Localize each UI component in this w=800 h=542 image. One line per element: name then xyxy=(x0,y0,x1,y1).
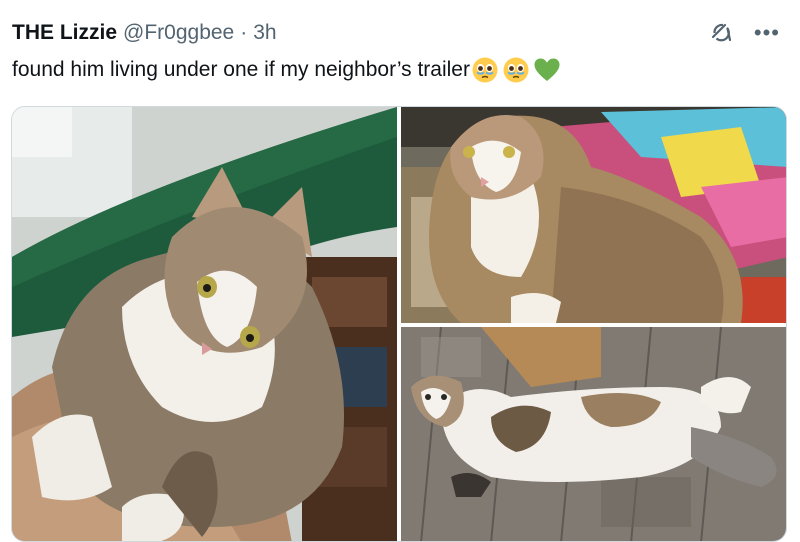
photo-cat-on-couch[interactable] xyxy=(12,107,397,541)
green-heart-icon xyxy=(533,56,561,84)
tweet-body: found him living under one if my neighbo… xyxy=(12,58,470,81)
emoji-row xyxy=(471,56,564,84)
tweet-header: THE Lizzie @Fr0ggbee · 3h ••• xyxy=(12,18,780,48)
tweet-actions: ••• xyxy=(708,18,780,48)
face-holding-back-tears-icon xyxy=(502,56,530,84)
media-grid xyxy=(11,106,787,542)
face-holding-back-tears-icon xyxy=(471,56,499,84)
photo-cat-lying-on-floor[interactable] xyxy=(401,327,786,541)
separator-dot: · xyxy=(240,21,248,44)
photo-cat-sitting-by-boxes[interactable] xyxy=(401,107,786,323)
tweet-text: found him living under one if my neighbo… xyxy=(12,56,564,84)
more-options-icon[interactable]: ••• xyxy=(754,22,780,44)
timestamp[interactable]: 3h xyxy=(253,21,276,45)
grok-icon[interactable] xyxy=(708,20,734,46)
display-name[interactable]: THE Lizzie xyxy=(12,21,117,45)
user-handle[interactable]: @Fr0ggbee xyxy=(123,21,234,45)
